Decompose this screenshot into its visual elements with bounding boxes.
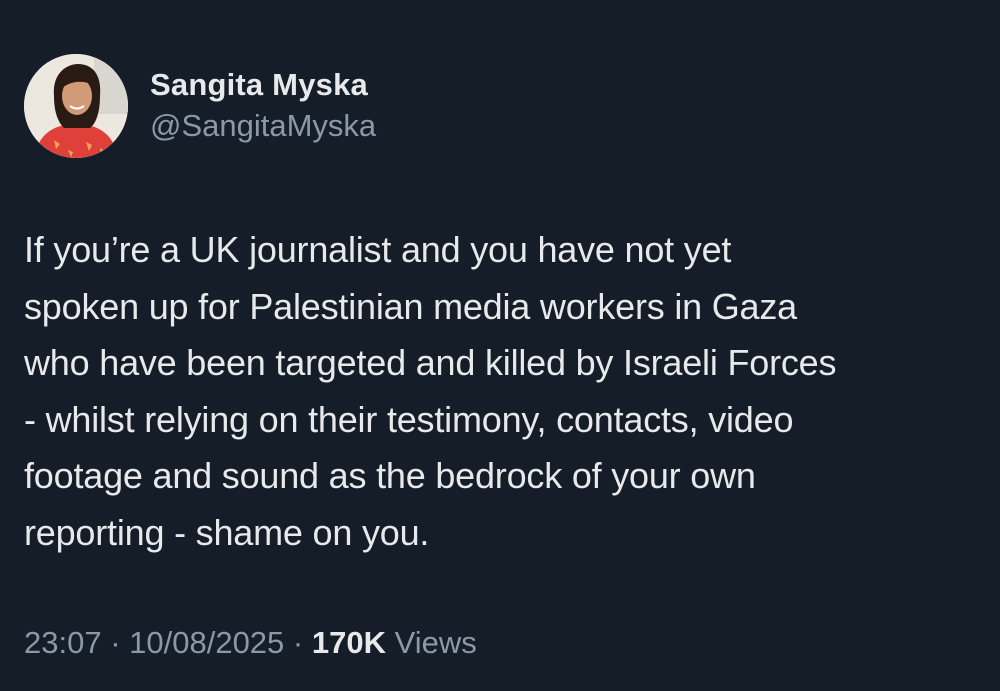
tweet-text-line: - whilst relying on their testimony, con…	[24, 398, 794, 440]
tweet-text-line: reporting - shame on you.	[24, 511, 430, 553]
author-handle[interactable]: @SangitaMyska	[150, 106, 376, 146]
tweet-time[interactable]: 23:07	[24, 625, 102, 660]
tweet-text-line: spoken up for Palestinian media workers …	[24, 285, 798, 327]
tweet-meta: 23:07 · 10/08/2025 · 170K Views	[24, 620, 477, 666]
tweet-date[interactable]: 10/08/2025	[129, 625, 284, 660]
meta-separator: ·	[101, 625, 130, 660]
views-count[interactable]: 170K	[312, 625, 386, 660]
author-display-name[interactable]: Sangita Myska	[150, 66, 376, 104]
tweet-text: If you’re a UK journalist and you have n…	[24, 222, 974, 561]
author-block: Sangita Myska @SangitaMyska	[150, 66, 376, 146]
tweet-text-line: who have been targeted and killed by Isr…	[24, 342, 837, 383]
avatar[interactable]	[24, 54, 128, 158]
tweet-text-line: If you’re a UK journalist and you have n…	[24, 229, 732, 270]
tweet-text-line: footage and sound as the bedrock of your…	[24, 455, 756, 496]
meta-separator: ·	[284, 625, 312, 660]
views-label: Views	[385, 625, 477, 660]
avatar-image	[24, 54, 128, 158]
tweet-card: Sangita Myska @SangitaMyska If you’re a …	[0, 0, 1000, 691]
